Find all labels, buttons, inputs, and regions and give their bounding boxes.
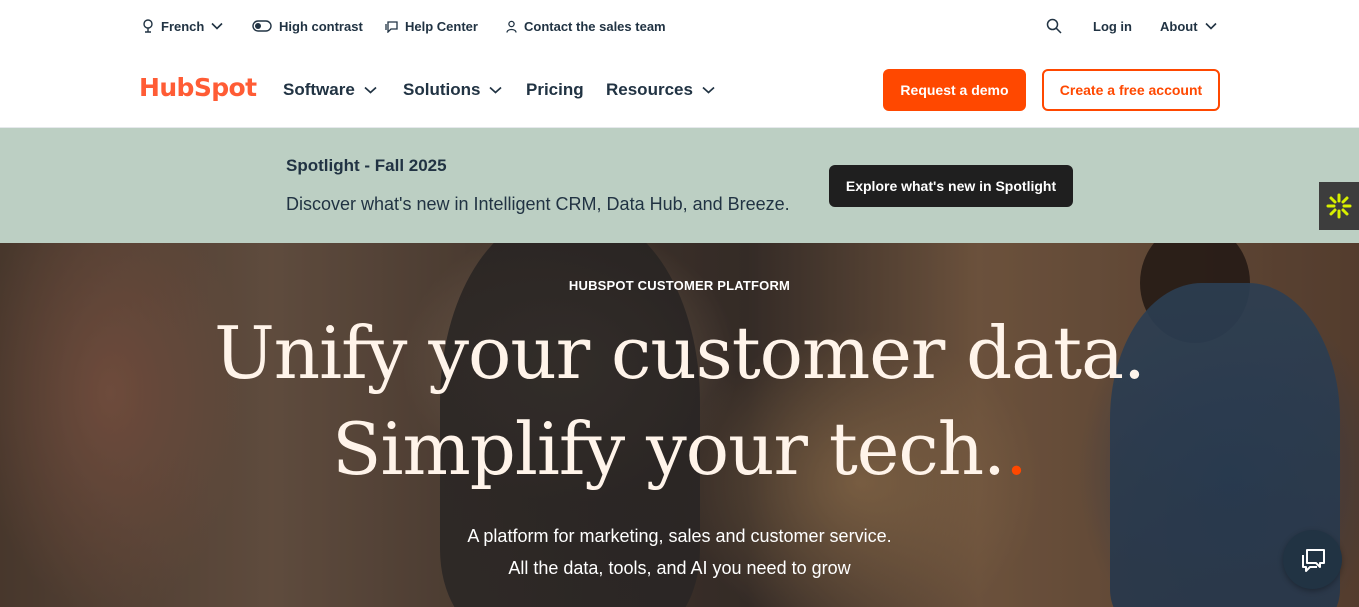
chevron-down-icon xyxy=(1204,22,1217,30)
nav-software-label: Software xyxy=(283,80,355,99)
about-menu[interactable]: About xyxy=(1160,17,1217,35)
contact-sales-link[interactable]: Contact the sales team xyxy=(506,17,666,35)
chat-icon xyxy=(1301,548,1325,572)
person-icon xyxy=(506,20,517,33)
chevron-down-icon xyxy=(702,86,715,94)
hero-eyebrow: HUBSPOT CUSTOMER PLATFORM xyxy=(568,278,791,293)
banner-title: Spotlight - Fall 2025 xyxy=(286,156,447,175)
high-contrast-label: High contrast xyxy=(279,18,363,34)
side-widget-button[interactable] xyxy=(1319,182,1359,230)
nav-solutions-label: Solutions xyxy=(403,80,481,99)
toggle-icon xyxy=(252,20,272,32)
nav-pricing[interactable]: Pricing xyxy=(526,78,584,102)
hero-headline-line2: Simplify your tech.. xyxy=(0,407,1359,491)
hero-subtitle-line2: All the data, tools, and AI you need to … xyxy=(508,558,851,578)
search-icon xyxy=(1046,18,1062,34)
hero-headline-line1: Unify your customer data. xyxy=(214,311,1146,395)
banner-text: Discover what's new in Intelligent CRM, … xyxy=(286,194,790,214)
nav-resources-label: Resources xyxy=(606,80,693,99)
main-navigation: HubSpot Software Solutions Pricing Resou… xyxy=(0,51,1359,128)
nav-solutions[interactable]: Solutions xyxy=(403,78,503,102)
nav-resources[interactable]: Resources xyxy=(606,78,715,102)
hubspot-logo[interactable]: HubSpot xyxy=(139,73,257,102)
chevron-down-icon xyxy=(489,86,503,94)
utility-bar: French High contrast Help Center Contact… xyxy=(0,0,1359,51)
hero-headline-line2-text: Simplify your tech. xyxy=(332,407,1006,491)
login-label: Log in xyxy=(1093,18,1132,34)
explore-spotlight-button[interactable]: Explore what's new in Spotlight xyxy=(829,165,1073,207)
create-free-account-button[interactable]: Create a free account xyxy=(1042,69,1220,111)
help-center-label: Help Center xyxy=(405,18,478,34)
help-center-link[interactable]: Help Center xyxy=(385,17,478,35)
language-label: French xyxy=(161,18,205,34)
about-label: About xyxy=(1160,18,1198,34)
nav-software[interactable]: Software xyxy=(283,78,377,102)
sparkle-icon xyxy=(1326,193,1352,219)
language-selector[interactable]: French xyxy=(142,17,223,35)
login-link[interactable]: Log in xyxy=(1093,17,1132,35)
nav-pricing-label: Pricing xyxy=(526,80,584,99)
hero-content: HUBSPOT CUSTOMER PLATFORM Unify your cus… xyxy=(0,243,1359,607)
contact-sales-label: Contact the sales team xyxy=(524,18,666,34)
high-contrast-toggle[interactable]: High contrast xyxy=(252,17,363,35)
accent-dot: . xyxy=(1004,407,1028,491)
request-demo-button[interactable]: Request a demo xyxy=(883,69,1026,111)
search-button[interactable] xyxy=(1046,17,1062,35)
chevron-down-icon xyxy=(211,22,223,30)
globe-icon xyxy=(143,19,153,33)
chevron-down-icon xyxy=(364,86,377,94)
help-chat-icon xyxy=(385,20,398,33)
spotlight-banner: Spotlight - Fall 2025 Discover what's ne… xyxy=(0,128,1359,243)
chat-launcher-button[interactable] xyxy=(1283,530,1342,589)
hero-section: HUBSPOT CUSTOMER PLATFORM Unify your cus… xyxy=(0,243,1359,607)
hero-subtitle-line1: A platform for marketing, sales and cust… xyxy=(467,526,892,546)
